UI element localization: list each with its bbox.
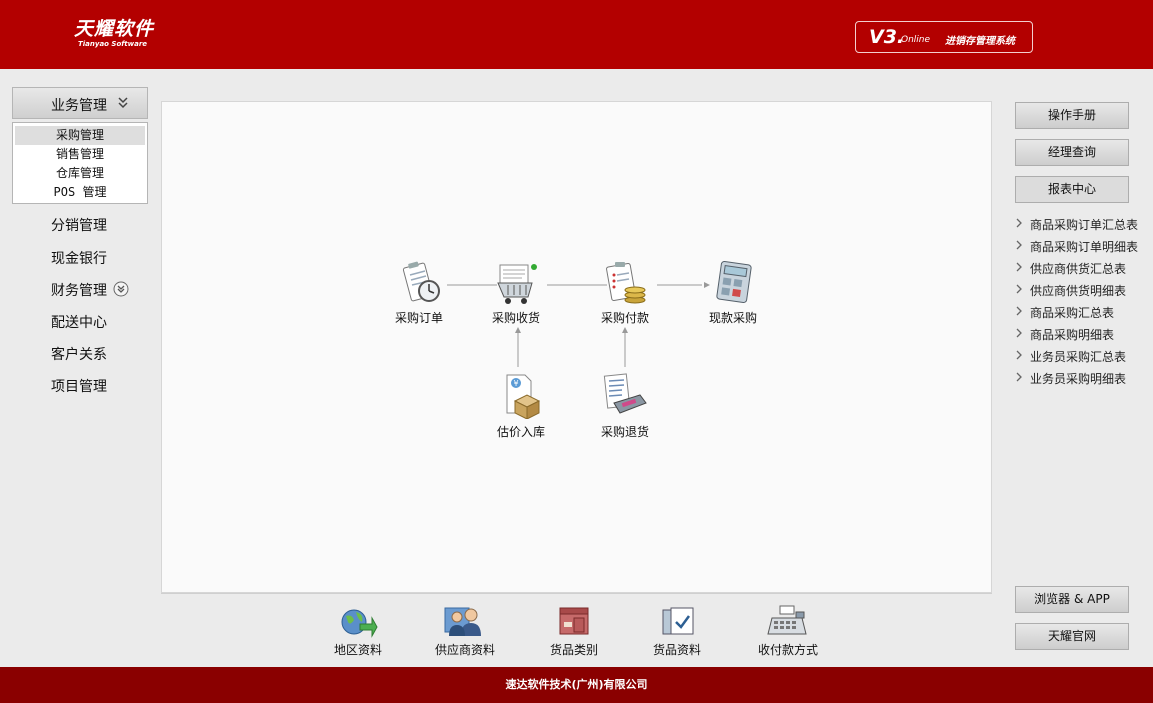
report-link-label: 商品采购汇总表 <box>1030 306 1115 320</box>
footer-company: 速达软件技术(广州)有限公司 <box>505 678 648 691</box>
quick-link-payment-methods[interactable]: 收付款方式 <box>743 604 833 658</box>
expand-circle-icon[interactable] <box>113 281 129 297</box>
header-bar: 天耀软件 Tianyao Software V3. Online 进销存管理系统 <box>0 0 1153 69</box>
quick-link-categories[interactable]: 货品类别 <box>529 604 619 658</box>
version-suffix: Online <box>901 35 931 45</box>
report-link-label: 供应商供货明细表 <box>1030 284 1127 298</box>
version-badge: V3. Online 进销存管理系统 <box>855 21 1033 53</box>
report-link[interactable]: 供应商供货汇总表 <box>1015 258 1150 278</box>
report-link[interactable]: 商品采购汇总表 <box>1015 302 1150 322</box>
report-link-label: 商品采购明细表 <box>1030 328 1115 342</box>
nav-item-finance[interactable]: 财务管理 <box>51 280 107 300</box>
submenu-item-sales[interactable]: 销售管理 <box>15 145 145 164</box>
official-site-button[interactable]: 天耀官网 <box>1015 623 1129 650</box>
people-icon <box>444 607 481 636</box>
flow-node-estimated-stock-in[interactable]: ¥ 估价入库 <box>481 373 561 440</box>
report-link-label: 商品采购订单明细表 <box>1030 240 1139 254</box>
workflow-panel: 采购订单 采购收货 采购付款 现款采购 ¥ 估价入库 采购退货 <box>161 101 992 593</box>
logo-text: 天耀软件 <box>74 18 155 40</box>
footer-bar: 速达软件技术(广州)有限公司 <box>0 667 1153 703</box>
checklist-icon <box>662 607 694 635</box>
report-link[interactable]: 商品采购订单汇总表 <box>1015 214 1150 234</box>
flow-node-receiving[interactable]: 采购收货 <box>476 261 556 326</box>
system-name: 进销存管理系统 <box>945 36 1015 47</box>
flow-node-label: 采购收货 <box>491 311 540 325</box>
flow-node-label: 采购退货 <box>600 425 649 439</box>
quick-link-suppliers[interactable]: 供应商资料 <box>420 604 510 658</box>
globe-arrow-icon <box>341 609 378 638</box>
submenu-item-warehouse[interactable]: 仓库管理 <box>15 164 145 183</box>
quick-link-label: 货品类别 <box>549 643 598 657</box>
nav-item-cash-bank[interactable]: 现金银行 <box>51 248 107 268</box>
chevron-right-icon <box>1016 240 1022 250</box>
flow-node-label: 估价入库 <box>496 425 545 439</box>
nav-submenu: 采购管理 销售管理 仓库管理 POS 管理 <box>12 122 148 204</box>
report-link-label: 业务员采购明细表 <box>1030 372 1127 386</box>
package-icon <box>559 607 589 635</box>
flow-node-payment[interactable]: 采购付款 <box>585 261 665 326</box>
nav-item-delivery[interactable]: 配送中心 <box>51 312 107 332</box>
submenu-item-pos[interactable]: POS 管理 <box>15 183 145 202</box>
browser-app-button[interactable]: 浏览器 & APP <box>1015 586 1129 613</box>
report-link-label: 商品采购订单汇总表 <box>1030 218 1139 232</box>
double-chevron-down-icon <box>118 97 128 109</box>
logo-subtext: Tianyao Software <box>78 40 148 48</box>
report-link[interactable]: 供应商供货明细表 <box>1015 280 1150 300</box>
shopping-cart-icon <box>497 264 537 304</box>
quick-link-goods[interactable]: 货品资料 <box>632 604 722 658</box>
submenu-item-purchase[interactable]: 采购管理 <box>15 126 145 145</box>
chevron-right-icon <box>1016 284 1022 294</box>
flow-node-cash-purchase[interactable]: 现款采购 <box>693 261 773 326</box>
report-link-label: 业务员采购汇总表 <box>1030 350 1127 364</box>
nav-item-projects[interactable]: 项目管理 <box>51 376 107 396</box>
box-document-icon: ¥ <box>506 374 541 419</box>
quick-link-label: 货品资料 <box>652 643 701 657</box>
company-logo: 天耀软件 Tianyao Software <box>74 18 154 49</box>
report-link[interactable]: 商品采购明细表 <box>1015 324 1150 344</box>
nav-item-crm[interactable]: 客户关系 <box>51 344 107 364</box>
nav-section-label: 业务管理 <box>51 98 107 114</box>
chevron-right-icon <box>1016 218 1022 228</box>
calculator-icon <box>716 261 752 304</box>
chevron-right-icon <box>1016 306 1022 316</box>
nav-section-business[interactable]: 业务管理 <box>12 87 148 119</box>
card-reader-icon <box>603 373 647 414</box>
quick-link-label: 供应商资料 <box>434 643 495 657</box>
chevron-right-icon <box>1016 350 1022 360</box>
chevron-right-icon <box>1016 372 1022 382</box>
chevron-right-icon <box>1016 328 1022 338</box>
flow-node-purchase-return[interactable]: 采购退货 <box>585 373 665 440</box>
flow-node-label: 采购订单 <box>394 311 443 325</box>
flow-node-label: 现款采购 <box>708 311 757 325</box>
report-link[interactable]: 业务员采购明细表 <box>1015 368 1150 388</box>
nav-item-distribution[interactable]: 分销管理 <box>51 215 107 235</box>
report-center-button[interactable]: 报表中心 <box>1015 176 1129 203</box>
manager-query-button[interactable]: 经理查询 <box>1015 139 1129 166</box>
quick-link-label: 收付款方式 <box>757 643 818 657</box>
version-number: V3. <box>869 26 905 48</box>
flow-node-label: 采购付款 <box>600 311 649 325</box>
quick-link-region[interactable]: 地区资料 <box>313 604 403 658</box>
clipboard-coins-icon <box>606 262 646 304</box>
report-link[interactable]: 商品采购订单明细表 <box>1015 236 1150 256</box>
flow-connectors <box>447 282 710 367</box>
quick-link-label: 地区资料 <box>333 643 382 657</box>
report-link[interactable]: 业务员采购汇总表 <box>1015 346 1150 366</box>
manual-button[interactable]: 操作手册 <box>1015 102 1129 129</box>
report-link-label: 供应商供货汇总表 <box>1030 262 1127 276</box>
svg-text:¥: ¥ <box>514 379 519 388</box>
cash-register-icon <box>767 605 807 635</box>
clipboard-clock-icon <box>402 261 440 302</box>
flow-node-purchase-order[interactable]: 采购订单 <box>379 261 459 326</box>
chevron-right-icon <box>1016 262 1022 272</box>
